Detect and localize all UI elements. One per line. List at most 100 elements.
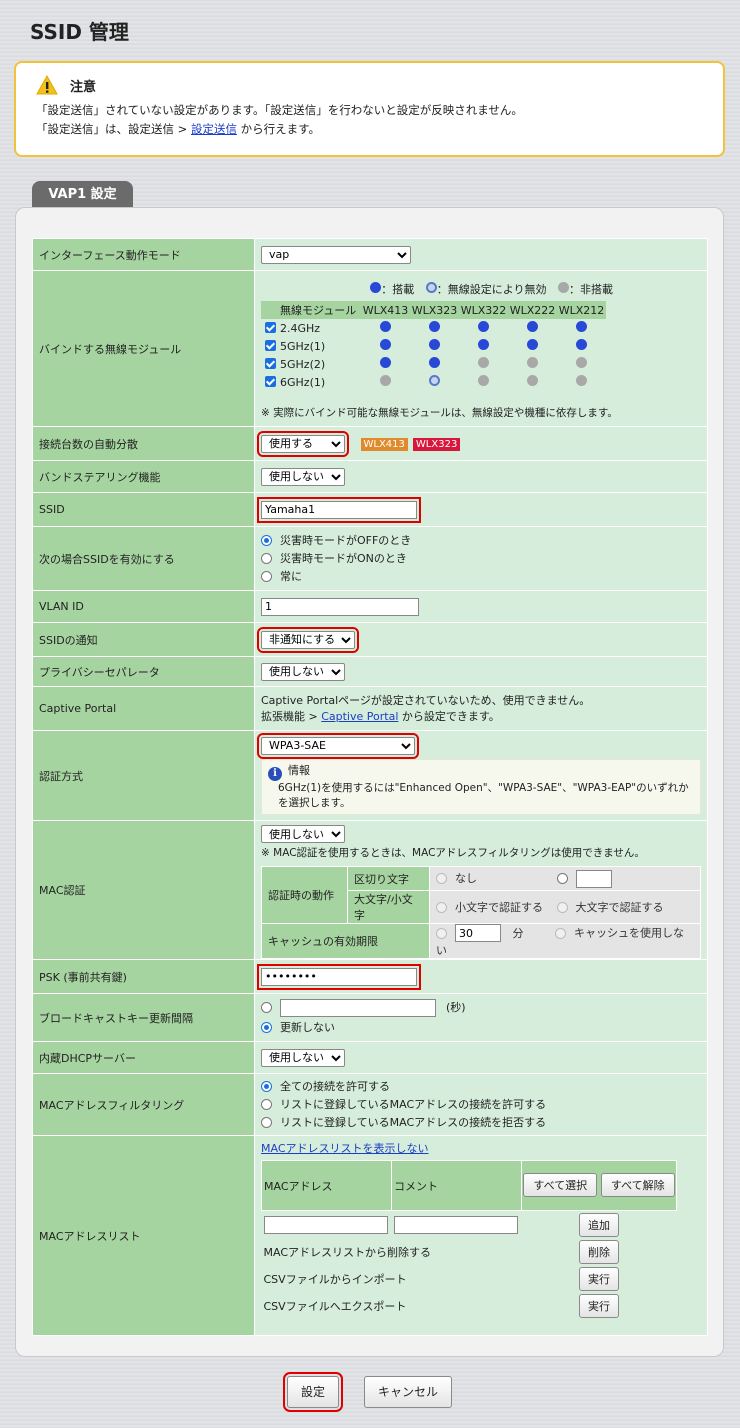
auth-info-box: i 情報 6GHz(1)を使用するには"Enhanced Open"、"WPA3-… (261, 758, 701, 815)
module-dot (576, 357, 587, 368)
export-run-button[interactable]: 実行 (579, 1294, 619, 1318)
radio-icon[interactable] (261, 1098, 272, 1110)
auth-select[interactable]: WPA3-SAE (257, 732, 419, 759)
ssid-enable-opt-always[interactable]: 常に (261, 568, 701, 586)
band-steering-label: バンドステアリング機能 (32, 460, 255, 493)
module-dot (380, 375, 391, 386)
radio-icon[interactable] (261, 570, 272, 582)
band-row-0: 2.4GHz (261, 319, 606, 337)
module-dot (576, 339, 587, 350)
psk-input[interactable] (257, 963, 421, 990)
delete-button[interactable]: 削除 (579, 1240, 619, 1264)
module-dot (478, 339, 489, 350)
radio-icon[interactable] (436, 873, 447, 884)
module-dot (429, 339, 440, 350)
radio-icon[interactable] (556, 873, 568, 884)
iface-mode-select[interactable]: vap (261, 245, 411, 264)
band-checkbox-5-1[interactable] (264, 339, 276, 351)
cache-input[interactable] (455, 924, 501, 942)
deselect-all-button[interactable]: すべて解除 (600, 1172, 675, 1197)
radio-icon[interactable] (261, 1116, 272, 1128)
module-dot (527, 339, 538, 350)
module-dot (527, 321, 538, 332)
ssid-input[interactable] (257, 496, 421, 523)
broadcast-label: ブロードキャストキー更新間隔 (32, 993, 255, 1042)
mac-filter-label: MACアドレスフィルタリング (32, 1073, 255, 1136)
ssid-enable-opt-off[interactable]: 災害時モードがOFFのとき (261, 532, 701, 550)
module-dot (527, 357, 538, 368)
mac-filter-opt-allow-all[interactable]: 全ての接続を許可する (261, 1078, 701, 1096)
module-table: 無線モジュール WLX413 WLX323 WLX322 WLX222 WLX2… (261, 301, 606, 391)
dot-not-installed-icon (558, 282, 569, 293)
module-dot (380, 339, 391, 350)
module-legend: ：搭載 ：無線設定により無効 ：非搭載 (261, 281, 701, 301)
radio-icon[interactable] (555, 927, 566, 939)
radio-icon[interactable] (261, 1002, 272, 1013)
delimiter-input[interactable] (575, 869, 612, 888)
radio-icon[interactable] (556, 902, 568, 913)
ssid-label: SSID (32, 492, 255, 527)
hide-mac-list-link[interactable]: MACアドレスリストを表示しない (261, 1142, 429, 1155)
mac-address-input[interactable] (263, 1215, 388, 1234)
module-dot (429, 321, 440, 332)
radio-icon[interactable] (261, 552, 272, 564)
add-button[interactable]: 追加 (579, 1212, 619, 1237)
mac-auth-note: ※ MAC認証を使用するときは、MACアドレスフィルタリングは使用できません。 (261, 847, 645, 859)
broadcast-interval-input[interactable] (280, 998, 436, 1017)
submit-button[interactable]: 設定 (283, 1372, 343, 1412)
page-title: SSID 管理 (30, 20, 129, 44)
notice-title: 注意 (70, 79, 97, 95)
badge-wlx413: WLX413 (360, 437, 408, 451)
radio-icon[interactable] (436, 902, 447, 913)
band-steering-select[interactable]: 使用しない (261, 467, 345, 486)
module-dot (429, 357, 440, 368)
dhcp-select[interactable]: 使用しない (261, 1048, 345, 1067)
warning-icon (36, 75, 58, 95)
privacy-select[interactable]: 使用しない (261, 662, 345, 681)
mac-filter-opt-deny-list[interactable]: リストに登録しているMACアドレスの接続を拒否する (261, 1114, 701, 1132)
ssid-notify-label: SSIDの通知 (32, 622, 255, 657)
band-row-3: 6GHz(1) (261, 373, 606, 391)
cancel-button[interactable]: キャンセル (364, 1376, 452, 1408)
ssid-notify-select[interactable]: 非通知にする (257, 626, 359, 653)
module-dot (380, 357, 391, 368)
ssid-enable-opt-on[interactable]: 災害時モードがONのとき (261, 550, 701, 568)
dot-disabled-icon (425, 282, 437, 293)
radio-icon[interactable] (261, 534, 272, 546)
import-run-button[interactable]: 実行 (579, 1267, 619, 1291)
broadcast-opt-no-update[interactable]: 更新しない (261, 1019, 701, 1037)
tab-vap1-settings[interactable]: VAP1 設定 (32, 181, 133, 209)
iface-mode-label: インターフェース動作モード (32, 238, 255, 271)
mac-list-table: MACアドレス コメント すべて選択 すべて解除 追加 MACアドレスリストから… (261, 1160, 677, 1320)
auto-dist-select[interactable]: 使用する (257, 430, 349, 457)
comment-input[interactable] (393, 1215, 518, 1234)
dhcp-label: 内蔵DHCPサーバー (32, 1041, 255, 1074)
notice-line-1: 「設定送信」されていない設定があります。「設定送信」を行わないと設定が反映されま… (36, 103, 523, 117)
captive-line-1: Captive Portalページが設定されていないため、使用できません。 (261, 693, 591, 707)
auth-label: 認証方式 (32, 730, 255, 821)
vlan-input[interactable] (261, 597, 419, 616)
radio-icon[interactable] (436, 927, 447, 939)
module-dot (380, 321, 391, 332)
ssid-enable-label: 次の場合SSIDを有効にする (32, 526, 255, 591)
select-all-button[interactable]: すべて選択 (523, 1172, 598, 1197)
send-settings-link[interactable]: 設定送信 (191, 122, 237, 136)
mac-filter-opt-allow-list[interactable]: リストに登録しているMACアドレスの接続を許可する (261, 1096, 701, 1114)
band-row-2: 5GHz(2) (261, 355, 606, 373)
band-checkbox-24[interactable] (264, 321, 276, 333)
vlan-label: VLAN ID (32, 590, 255, 623)
mac-auth-label: MAC認証 (32, 820, 255, 960)
module-dot (576, 375, 587, 386)
band-checkbox-6-1[interactable] (264, 375, 276, 387)
psk-label: PSK (事前共有鍵) (32, 959, 255, 994)
dot-installed-icon (370, 282, 382, 293)
captive-line-2: 拡張機能 > Captive Portal から設定できます。 (261, 709, 500, 723)
band-checkbox-5-2[interactable] (264, 357, 276, 369)
radio-icon[interactable] (261, 1080, 272, 1092)
mac-auth-select[interactable]: 使用しない (261, 825, 345, 843)
mac-list-label: MACアドレスリスト (32, 1135, 255, 1336)
radio-icon[interactable] (261, 1021, 272, 1033)
badge-wlx323: WLX323 (412, 437, 461, 451)
module-dot (478, 375, 489, 386)
captive-portal-link[interactable]: Captive Portal (321, 710, 398, 723)
